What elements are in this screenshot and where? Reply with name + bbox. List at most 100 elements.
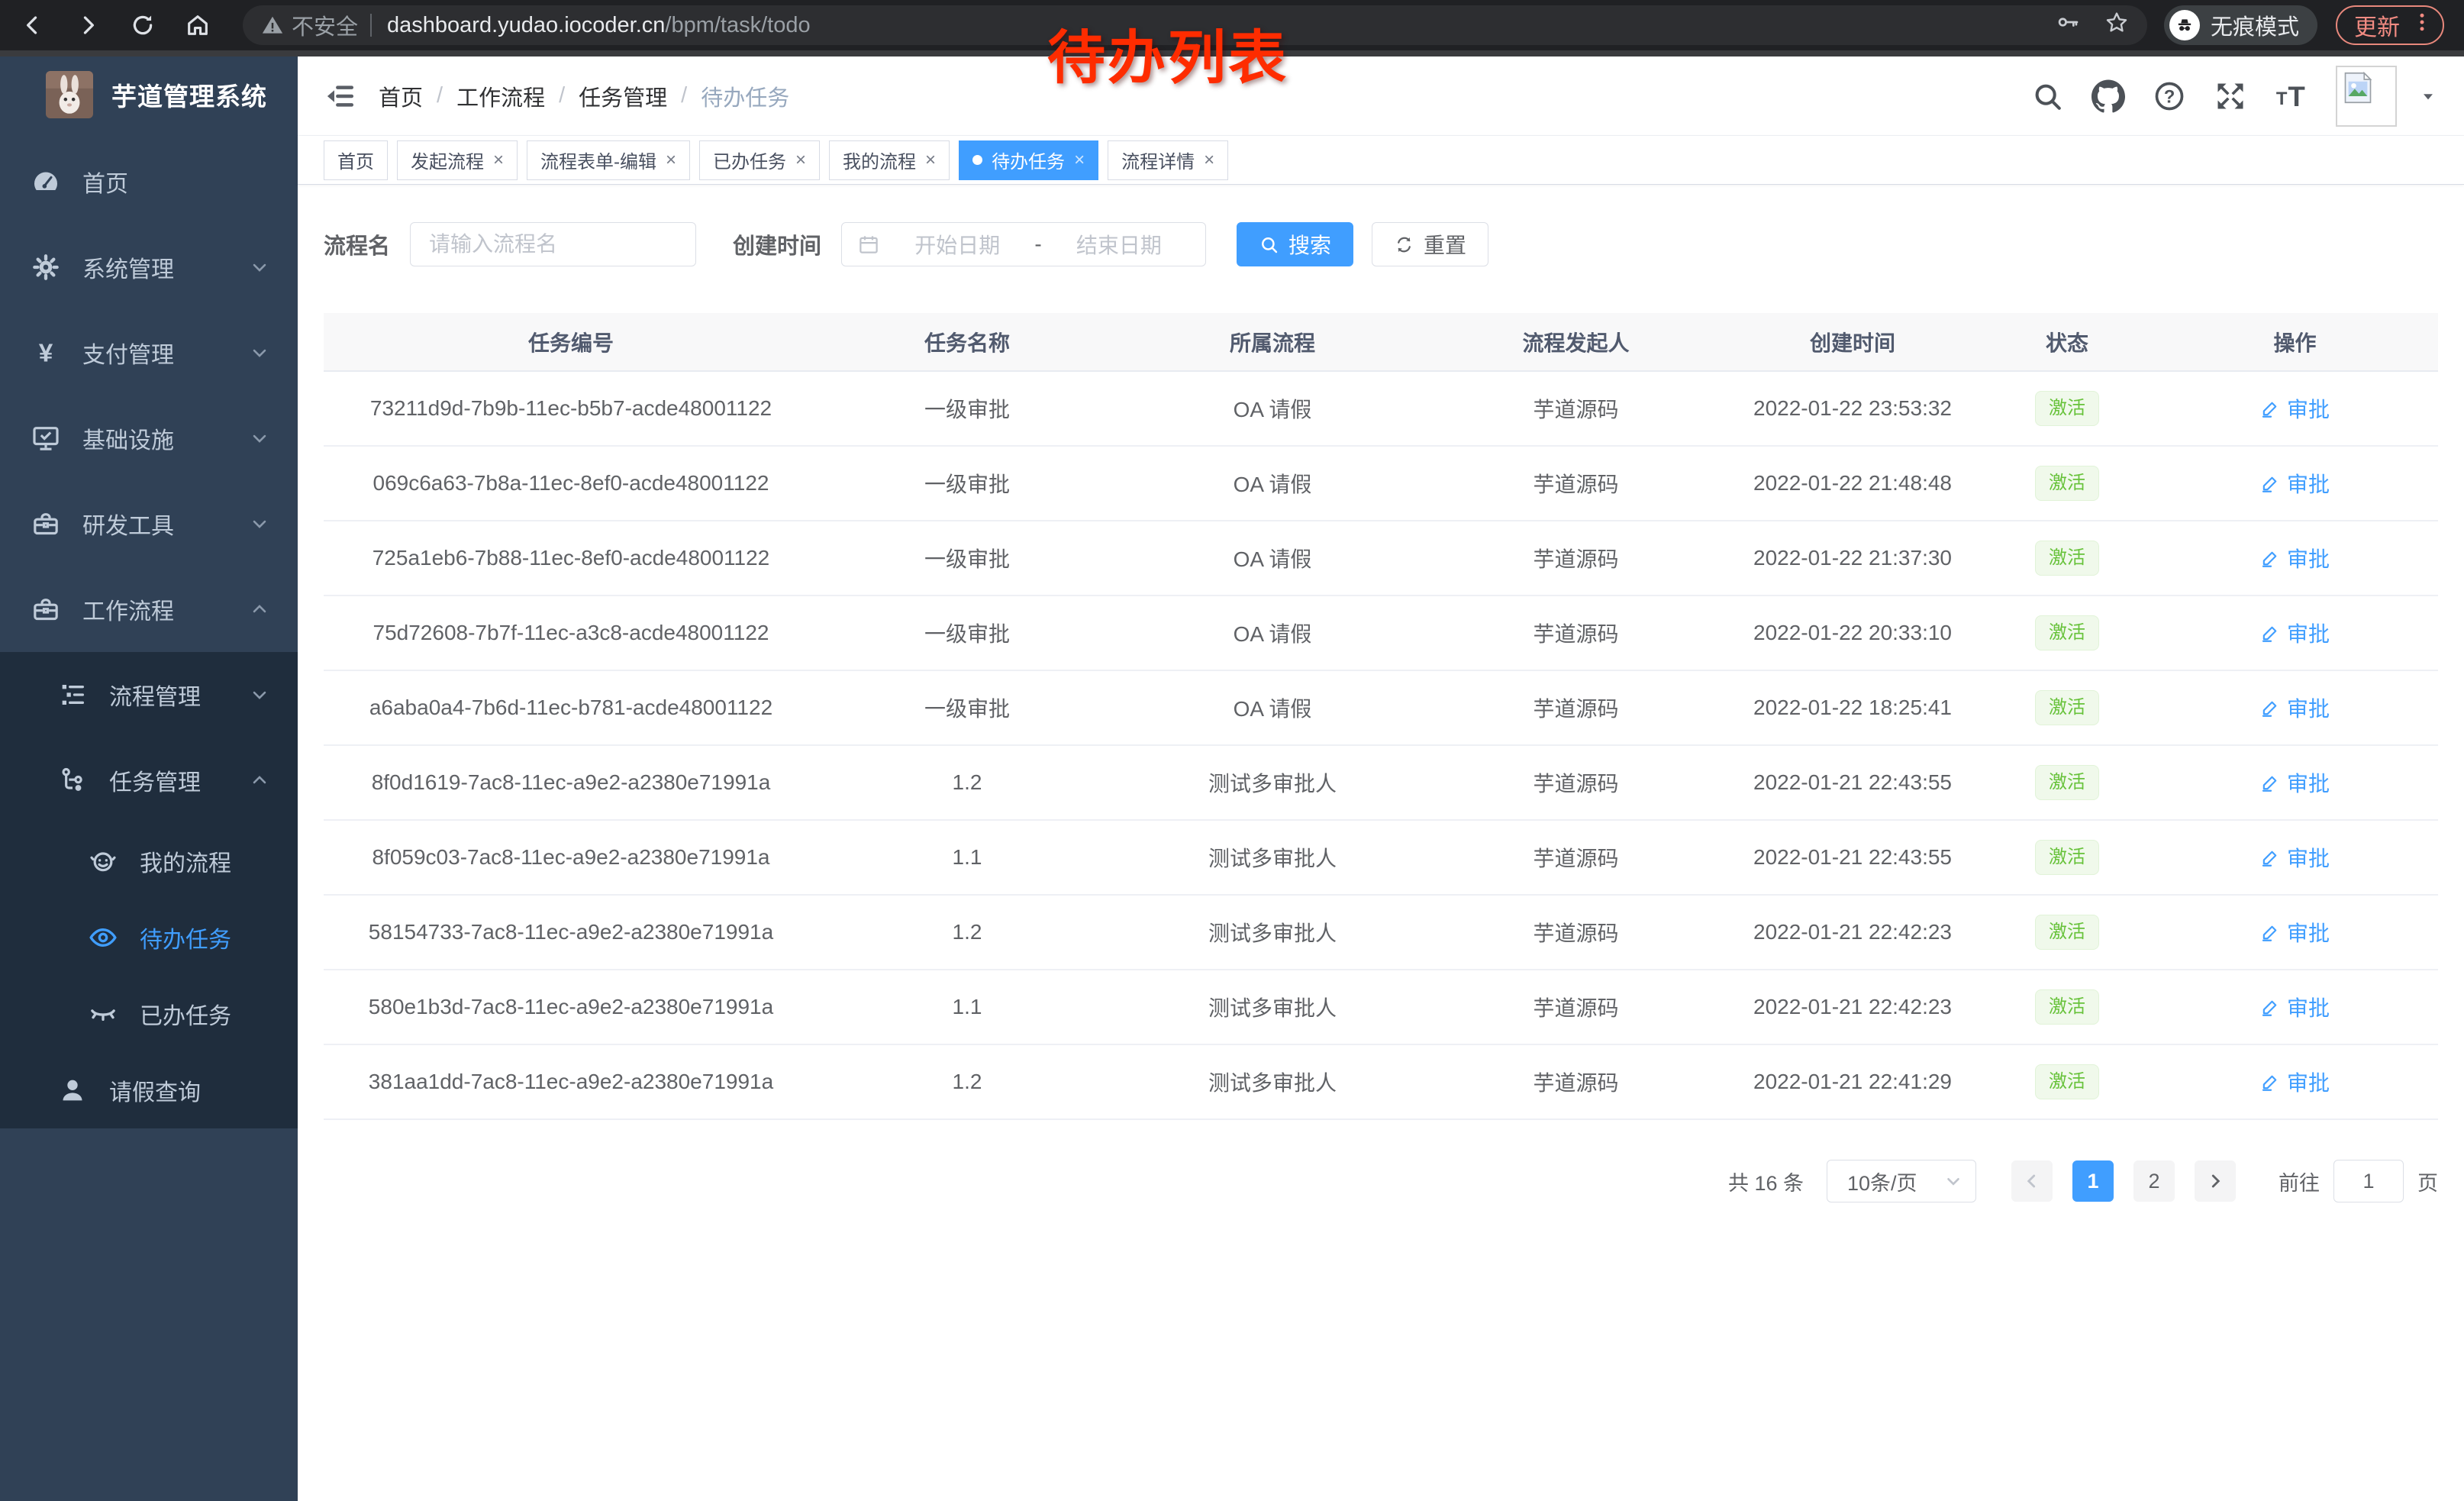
tab-label: 发起流程 bbox=[411, 147, 484, 173]
close-tab-icon[interactable]: × bbox=[666, 151, 676, 169]
cell-process: OA 请假 bbox=[1116, 670, 1429, 745]
sidebar-menu: 首页系统管理¥支付管理基础设施研发工具工作流程流程管理任务管理我的流程待办任务已… bbox=[0, 139, 298, 1128]
sidebar-item-label: 支付管理 bbox=[82, 336, 174, 370]
todo-task-table: 任务编号任务名称所属流程流程发起人创建时间状态操作 73211d9d-7b9b-… bbox=[324, 313, 2438, 1120]
tab-1[interactable]: 发起流程 × bbox=[397, 140, 518, 180]
tab-5[interactable]: 待办任务× bbox=[959, 140, 1098, 180]
github-icon[interactable] bbox=[2091, 79, 2125, 113]
cell-name: 1.2 bbox=[818, 1044, 1116, 1119]
page-button-1[interactable]: 1 bbox=[2072, 1160, 2114, 1202]
toolbox-icon bbox=[31, 594, 61, 625]
sidebar-item-4[interactable]: 研发工具 bbox=[0, 481, 298, 567]
cell-process: 测试多审批人 bbox=[1116, 1044, 1429, 1119]
status-badge: 激活 bbox=[2035, 466, 2099, 501]
date-range-picker[interactable]: 开始日期 - 结束日期 bbox=[841, 222, 1206, 266]
tab-4[interactable]: 我的流程 × bbox=[829, 140, 950, 180]
approve-link[interactable]: 审批 bbox=[2260, 468, 2330, 499]
approve-link[interactable]: 审批 bbox=[2260, 842, 2330, 873]
pagination: 共 16 条 10条/页 12 前往 bbox=[324, 1160, 2438, 1202]
bookmark-star-icon[interactable] bbox=[2104, 10, 2129, 40]
help-icon[interactable]: ? bbox=[2153, 79, 2186, 113]
approve-link[interactable]: 审批 bbox=[2260, 767, 2330, 798]
range-separator: - bbox=[1034, 232, 1041, 257]
chrome-update-button[interactable]: 更新 bbox=[2336, 5, 2444, 45]
approve-link[interactable]: 审批 bbox=[2260, 543, 2330, 573]
cell-action: 审批 bbox=[2152, 371, 2438, 446]
column-header-0: 任务编号 bbox=[324, 313, 818, 371]
incognito-label: 无痕模式 bbox=[2211, 9, 2299, 41]
breadcrumb-item-0[interactable]: 首页 bbox=[379, 80, 423, 112]
approve-link[interactable]: 审批 bbox=[2260, 1067, 2330, 1097]
avatar-caret-icon[interactable] bbox=[2418, 86, 2438, 106]
reset-button[interactable]: 重置 bbox=[1372, 222, 1488, 266]
sidebar-item-1[interactable]: 系统管理 bbox=[0, 224, 298, 310]
cell-id: 58154733-7ac8-11ec-a9e2-a2380e71991a bbox=[324, 895, 818, 970]
browser-home-icon[interactable] bbox=[185, 12, 211, 38]
sidebar-collapse-icon[interactable] bbox=[324, 80, 356, 112]
edit-pen-icon bbox=[2260, 1071, 2281, 1092]
browser-back-icon[interactable] bbox=[20, 12, 46, 38]
approve-label: 审批 bbox=[2287, 917, 2330, 947]
prev-page-button[interactable] bbox=[2011, 1160, 2053, 1202]
cell-name: 一级审批 bbox=[818, 371, 1116, 446]
active-tab-dot bbox=[972, 155, 982, 165]
tab-0[interactable]: 首页 bbox=[324, 140, 388, 180]
process-name-input[interactable] bbox=[410, 222, 696, 266]
browser-reload-icon[interactable] bbox=[130, 12, 156, 38]
cell-id: 73211d9d-7b9b-11ec-b5b7-acde48001122 bbox=[324, 371, 818, 446]
search-icon[interactable] bbox=[2030, 79, 2064, 113]
close-tab-icon[interactable]: × bbox=[493, 151, 504, 169]
sidebar-item-11[interactable]: 请假查询 bbox=[0, 1052, 298, 1128]
sidebar-item-0[interactable]: 首页 bbox=[0, 139, 298, 224]
sidebar-item-label: 待办任务 bbox=[140, 921, 231, 954]
sidebar-item-8[interactable]: 我的流程 bbox=[0, 823, 298, 899]
approve-link[interactable]: 审批 bbox=[2260, 393, 2330, 424]
tab-3[interactable]: 已办任务× bbox=[699, 140, 820, 180]
close-tab-icon[interactable]: × bbox=[1204, 151, 1214, 169]
fullscreen-icon[interactable] bbox=[2214, 79, 2247, 113]
breadcrumb-item-1[interactable]: 工作流程 bbox=[456, 80, 545, 112]
sidebar-item-label: 工作流程 bbox=[82, 592, 174, 626]
edit-pen-icon bbox=[2260, 473, 2281, 493]
avatar[interactable] bbox=[2336, 66, 2397, 127]
breadcrumb-item-2[interactable]: 任务管理 bbox=[579, 80, 667, 112]
close-tab-icon[interactable]: × bbox=[1074, 151, 1085, 169]
sidebar-item-label: 任务管理 bbox=[109, 763, 201, 797]
column-header-4: 创建时间 bbox=[1723, 313, 1982, 371]
cell-id: 580e1b3d-7ac8-11ec-a9e2-a2380e71991a bbox=[324, 970, 818, 1044]
close-tab-icon[interactable]: × bbox=[795, 151, 806, 169]
goto-page-input[interactable] bbox=[2333, 1160, 2404, 1202]
tab-label: 我的流程 bbox=[843, 147, 916, 173]
address-bar[interactable]: 不安全 dashboard.yudao.iocoder.cn/bpm/task/… bbox=[243, 5, 2147, 45]
sidebar-item-5[interactable]: 工作流程 bbox=[0, 567, 298, 652]
monitor-icon bbox=[31, 423, 61, 454]
eye-icon bbox=[88, 922, 118, 953]
password-key-icon[interactable] bbox=[2056, 10, 2080, 40]
sidebar-item-9[interactable]: 待办任务 bbox=[0, 899, 298, 976]
next-page-button[interactable] bbox=[2195, 1160, 2236, 1202]
omnibox-divider bbox=[370, 14, 372, 37]
browser-forward-icon[interactable] bbox=[75, 12, 101, 38]
sidebar-item-label: 请假查询 bbox=[109, 1073, 201, 1107]
page-button-2[interactable]: 2 bbox=[2133, 1160, 2175, 1202]
close-tab-icon[interactable]: × bbox=[925, 151, 936, 169]
approve-link[interactable]: 审批 bbox=[2260, 692, 2330, 723]
sidebar-item-6[interactable]: 流程管理 bbox=[0, 652, 298, 738]
page-size-select[interactable]: 10条/页 bbox=[1827, 1160, 1976, 1202]
font-size-icon[interactable]: TT bbox=[2275, 79, 2308, 113]
chevron-down-icon bbox=[249, 342, 270, 363]
sidebar-item-2[interactable]: ¥支付管理 bbox=[0, 310, 298, 395]
edit-pen-icon bbox=[2260, 547, 2281, 568]
sidebar-item-10[interactable]: 已办任务 bbox=[0, 976, 298, 1052]
cell-process: 测试多审批人 bbox=[1116, 970, 1429, 1044]
approve-link[interactable]: 审批 bbox=[2260, 618, 2330, 648]
tab-6[interactable]: 流程详情× bbox=[1108, 140, 1228, 180]
approve-link[interactable]: 审批 bbox=[2260, 992, 2330, 1022]
sidebar-item-7[interactable]: 任务管理 bbox=[0, 738, 298, 823]
tab-2[interactable]: 流程表单-编辑× bbox=[527, 140, 690, 180]
approve-link[interactable]: 审批 bbox=[2260, 917, 2330, 947]
chevron-down-icon bbox=[249, 428, 270, 449]
sidebar-item-3[interactable]: 基础设施 bbox=[0, 395, 298, 481]
browser-menu-icon[interactable] bbox=[2411, 11, 2433, 40]
search-button[interactable]: 搜索 bbox=[1237, 222, 1353, 266]
